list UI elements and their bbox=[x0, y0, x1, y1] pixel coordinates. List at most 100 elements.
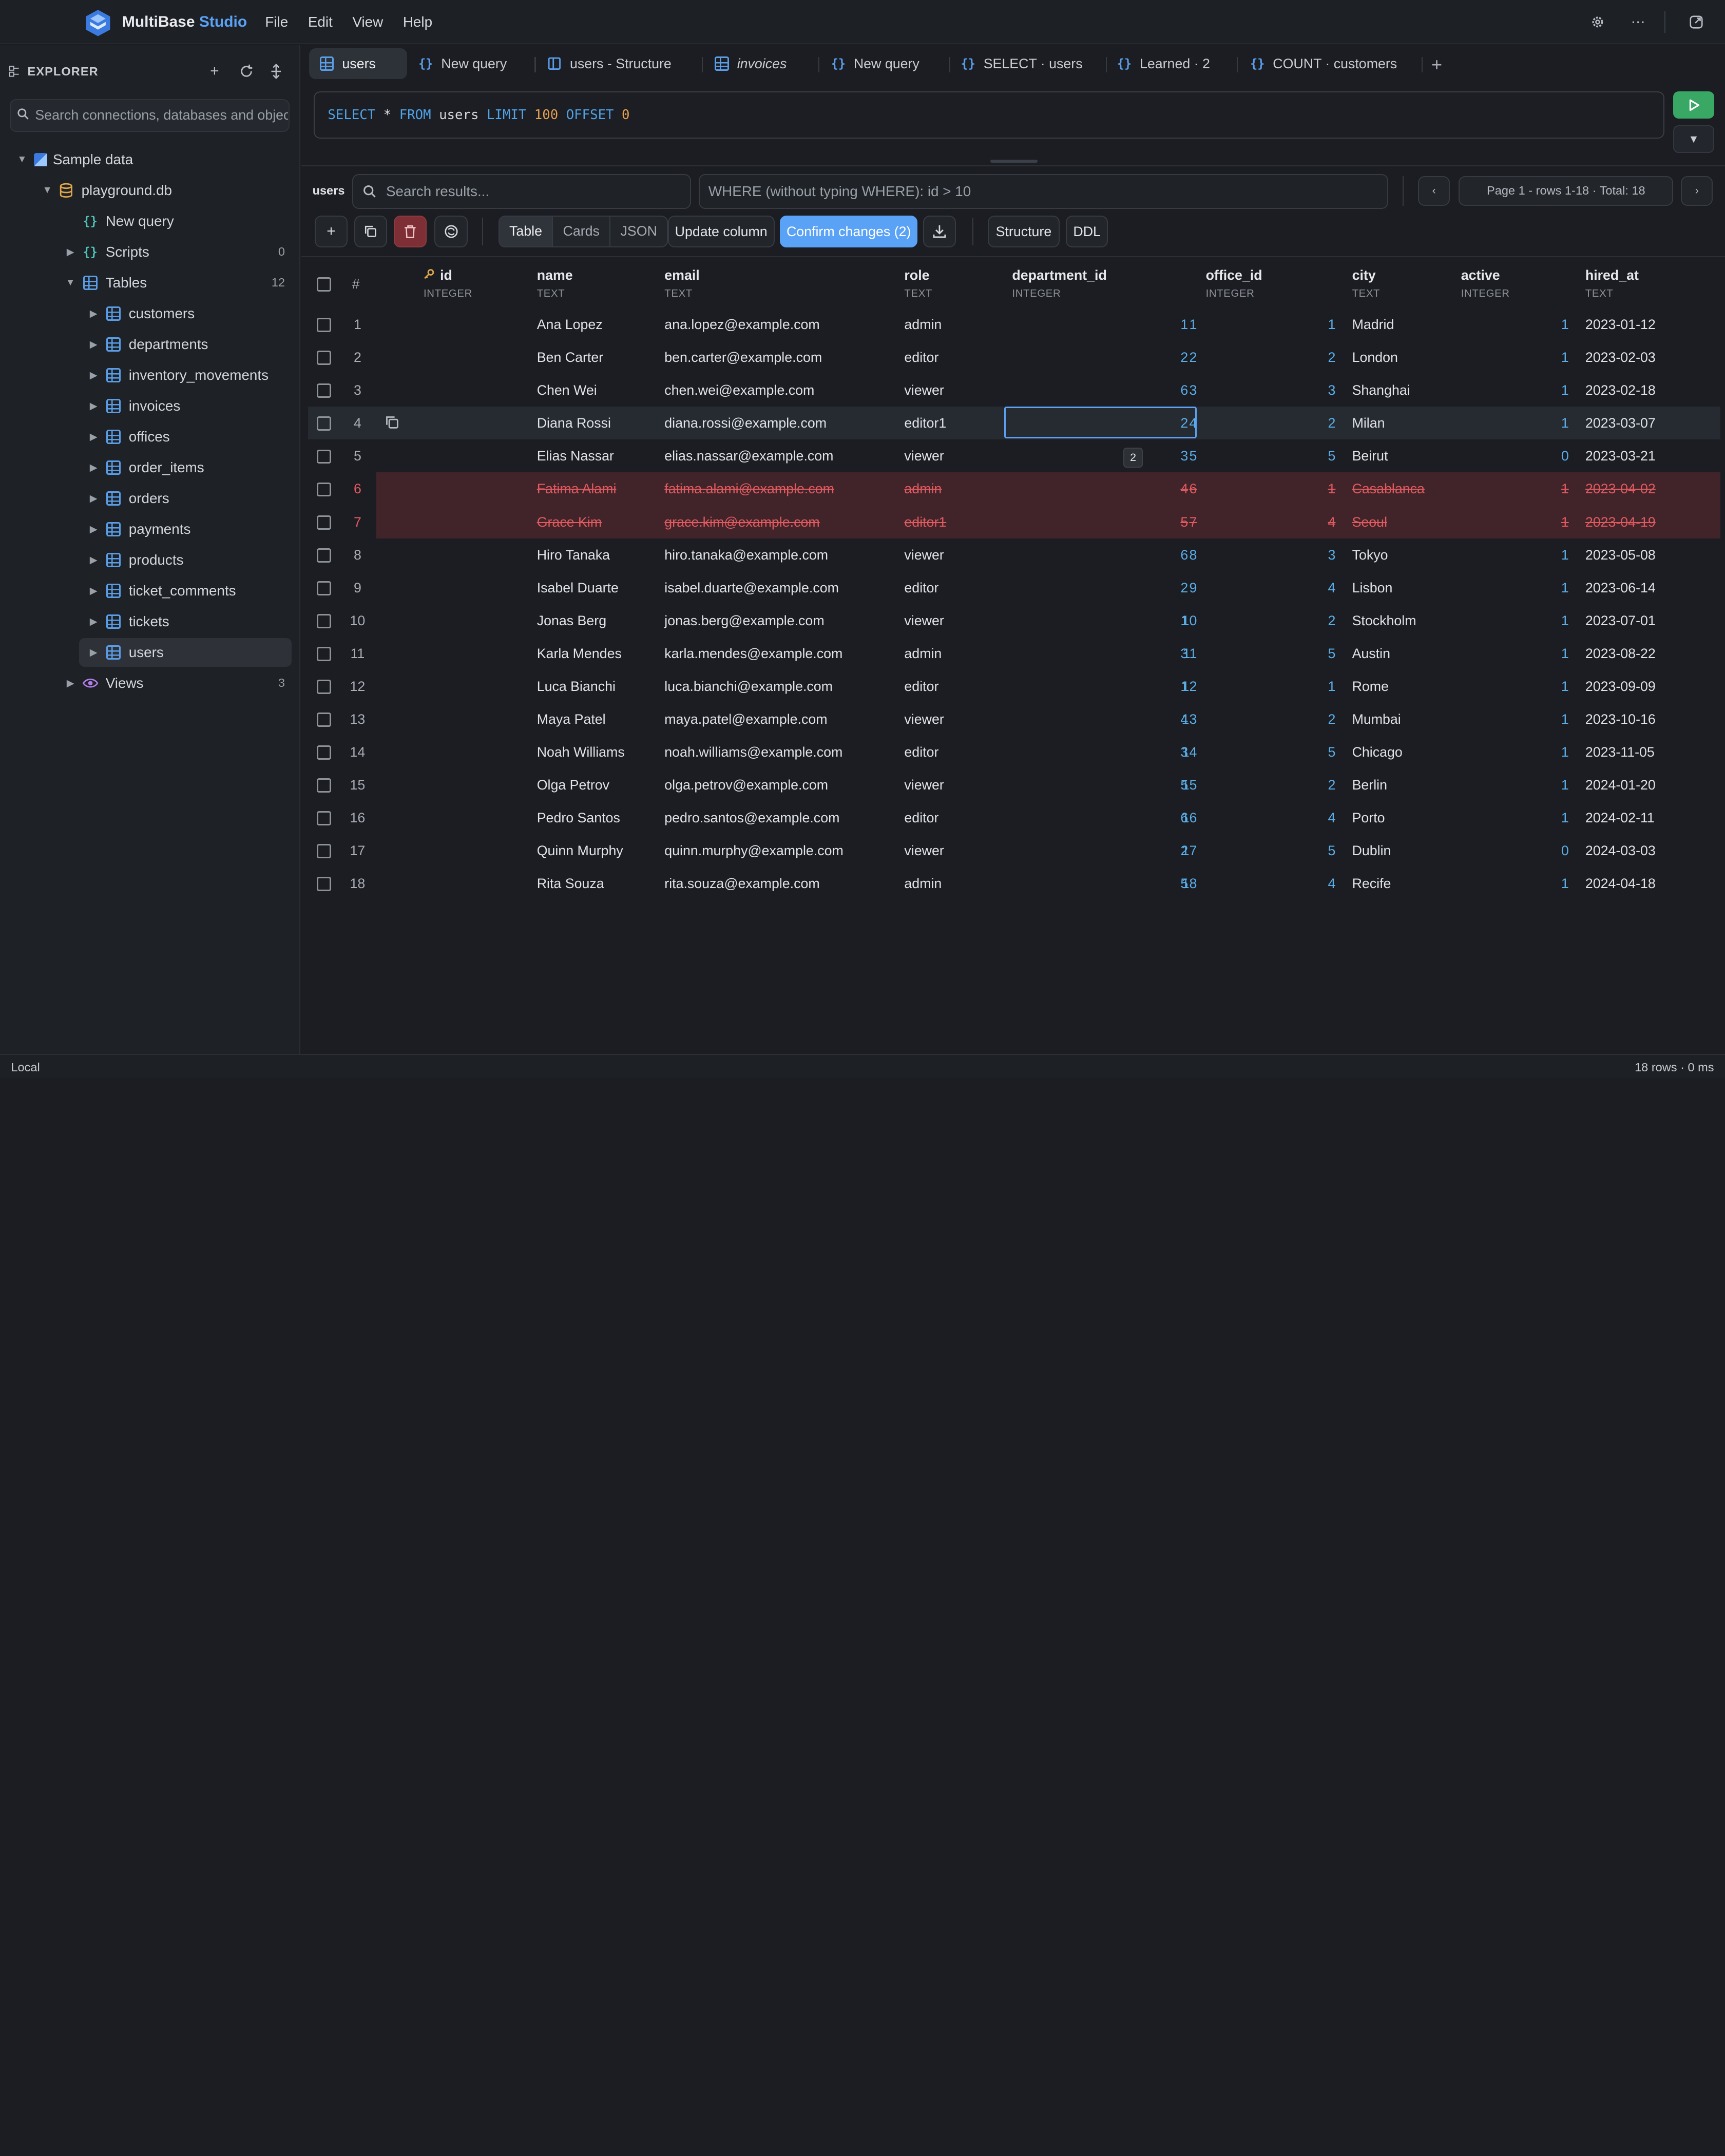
cell-name[interactable]: Elias Nassar bbox=[537, 448, 614, 464]
table-row[interactable]: 12 12 Luca Bianchi luca.bianchi@example.com… bbox=[308, 670, 1720, 703]
update-column-button[interactable]: Update column bbox=[667, 216, 775, 248]
row-checkbox[interactable] bbox=[317, 383, 331, 398]
prev-page-button[interactable]: ‹ bbox=[1418, 176, 1450, 206]
revert-changes-button[interactable] bbox=[434, 216, 468, 248]
cell-name[interactable]: Maya Patel bbox=[537, 711, 606, 727]
row-checkbox[interactable] bbox=[317, 318, 331, 333]
row-checkbox[interactable] bbox=[317, 713, 331, 727]
cell-active[interactable]: 0 bbox=[1525, 843, 1569, 859]
cell-email[interactable]: rita.souza@example.com bbox=[664, 876, 819, 892]
cell-office-id[interactable]: 5 bbox=[1270, 843, 1336, 859]
cell-role[interactable]: editor bbox=[904, 350, 938, 365]
cell-department-id[interactable]: 2 bbox=[1122, 843, 1188, 859]
cell-email[interactable]: isabel.duarte@example.com bbox=[664, 580, 839, 596]
open-window-button[interactable] bbox=[1680, 7, 1713, 37]
cell-department-id[interactable]: 6 bbox=[1122, 547, 1188, 563]
cell-city[interactable]: Shanghai bbox=[1352, 382, 1410, 398]
cell-email[interactable]: grace.kim@example.com bbox=[664, 514, 819, 530]
cell-city[interactable]: Berlin bbox=[1352, 777, 1387, 793]
cell-office-id[interactable]: 3 bbox=[1270, 382, 1336, 398]
confirm-changes-button[interactable]: Confirm changes (2) bbox=[780, 216, 918, 248]
cell-department-id[interactable]: 3 bbox=[1122, 744, 1188, 760]
cell-office-id[interactable]: 5 bbox=[1270, 744, 1336, 760]
cell-email[interactable]: olga.petrov@example.com bbox=[664, 777, 828, 793]
cell-office-id[interactable]: 2 bbox=[1270, 777, 1336, 793]
cell-hired-at[interactable]: 2024-02-11 bbox=[1585, 810, 1655, 826]
cell-name[interactable]: Fatima Alami bbox=[537, 481, 617, 497]
cell-active[interactable]: 0 bbox=[1525, 448, 1569, 464]
cell-department-id[interactable]: 5 bbox=[1122, 876, 1188, 892]
copy-row-icon[interactable] bbox=[385, 415, 399, 430]
cell-email[interactable]: jonas.berg@example.com bbox=[664, 613, 824, 629]
cell-office-id[interactable]: 4 bbox=[1270, 514, 1336, 530]
cell-name[interactable]: Quinn Murphy bbox=[537, 843, 623, 859]
cell-office-id[interactable]: 1 bbox=[1270, 679, 1336, 695]
view-cards-button[interactable]: Cards bbox=[553, 217, 611, 246]
table-row[interactable]: 4 4 Diana Rossi diana.rossi@example.com edit… bbox=[308, 407, 1721, 440]
cell-email[interactable]: elias.nassar@example.com bbox=[664, 448, 833, 464]
cell-hired-at[interactable]: 2023-02-03 bbox=[1585, 350, 1656, 365]
editor-resize-handle[interactable] bbox=[990, 159, 1038, 163]
row-checkbox[interactable] bbox=[317, 581, 331, 595]
table-row[interactable]: 18 18 Rita Souza rita.souza@example.com admi… bbox=[308, 867, 1720, 900]
cell-role[interactable]: viewer bbox=[904, 843, 944, 859]
cell-active[interactable]: 1 bbox=[1525, 711, 1569, 727]
sidebar-table-users[interactable]: ▶ users bbox=[0, 638, 300, 667]
cell-name[interactable]: Ben Carter bbox=[537, 350, 603, 365]
cell-department-id[interactable]: 4 bbox=[1122, 481, 1188, 497]
cell-hired-at[interactable]: 2024-03-03 bbox=[1585, 843, 1656, 859]
cell-hired-at[interactable]: 2024-04-18 bbox=[1585, 876, 1656, 892]
where-filter-input[interactable] bbox=[708, 183, 1379, 200]
cell-office-id[interactable]: 4 bbox=[1270, 810, 1336, 826]
duplicate-row-button[interactable] bbox=[354, 216, 388, 248]
table-row[interactable]: 11 11 Karla Mendes karla.mendes@example.com… bbox=[308, 637, 1720, 670]
cell-city[interactable]: Recife bbox=[1352, 876, 1391, 892]
cell-role[interactable]: viewer bbox=[904, 711, 944, 727]
active-cell-editor[interactable] bbox=[1004, 407, 1197, 439]
tab-select-users[interactable]: {} SELECT · users bbox=[950, 48, 1083, 79]
table-row[interactable]: 2 2 Ben Carter ben.carter@example.com editor… bbox=[308, 341, 1720, 374]
cell-role[interactable]: editor bbox=[904, 810, 938, 826]
column-header-email[interactable]: email TEXT bbox=[664, 267, 699, 300]
column-header-role[interactable]: role TEXT bbox=[904, 267, 932, 300]
row-checkbox[interactable] bbox=[317, 515, 331, 530]
cell-department-id[interactable]: 3 bbox=[1122, 646, 1188, 662]
cell-name[interactable]: Karla Mendes bbox=[537, 646, 622, 662]
cell-email[interactable]: ben.carter@example.com bbox=[664, 350, 822, 365]
cell-active[interactable]: 1 bbox=[1525, 382, 1569, 398]
row-checkbox[interactable] bbox=[317, 745, 331, 760]
cell-hired-at[interactable]: 2023-03-07 bbox=[1585, 415, 1656, 431]
row-checkbox[interactable] bbox=[317, 844, 331, 859]
run-options-button[interactable]: ▼ bbox=[1673, 125, 1714, 153]
row-checkbox[interactable] bbox=[317, 449, 331, 464]
row-checkbox[interactable] bbox=[317, 416, 331, 431]
cell-city[interactable]: London bbox=[1352, 350, 1398, 365]
table-row[interactable]: 10 10 Jonas Berg jonas.berg@example.com view… bbox=[308, 604, 1720, 637]
row-checkbox[interactable] bbox=[317, 548, 331, 563]
cell-name[interactable]: Olga Petrov bbox=[537, 777, 609, 793]
cell-role[interactable]: viewer bbox=[904, 777, 944, 793]
cell-city[interactable]: Dublin bbox=[1352, 843, 1391, 859]
cell-role[interactable]: admin bbox=[904, 646, 942, 662]
cell-active[interactable]: 1 bbox=[1525, 481, 1569, 497]
cell-active[interactable]: 1 bbox=[1525, 415, 1569, 431]
table-row[interactable]: 9 9 Isabel Duarte isabel.duarte@example.com… bbox=[308, 571, 1720, 604]
cell-hired-at[interactable]: 2023-10-16 bbox=[1585, 711, 1656, 727]
column-header-id[interactable]: id INTEGER bbox=[424, 267, 472, 300]
tree-scripts[interactable]: ▶ {} Scripts 0 bbox=[0, 238, 300, 266]
cell-active[interactable]: 1 bbox=[1525, 514, 1569, 530]
cell-role[interactable]: editor1 bbox=[904, 514, 946, 530]
table-row[interactable]: 16 16 Pedro Santos pedro.santos@example.com… bbox=[308, 801, 1720, 834]
cell-name[interactable]: Jonas Berg bbox=[537, 613, 606, 629]
cell-department-id[interactable]: 5 bbox=[1122, 777, 1188, 793]
menu-help[interactable]: Help bbox=[393, 14, 443, 30]
cell-name[interactable]: Grace Kim bbox=[537, 514, 602, 530]
cell-hired-at[interactable]: 2023-03-21 bbox=[1585, 448, 1656, 464]
cell-city[interactable]: Seoul bbox=[1352, 514, 1387, 530]
next-page-button[interactable]: › bbox=[1681, 176, 1713, 206]
cell-department-id[interactable]: 2 bbox=[1122, 580, 1188, 596]
column-header-city[interactable]: city TEXT bbox=[1352, 267, 1381, 300]
cell-hired-at[interactable]: 2023-05-08 bbox=[1585, 547, 1656, 563]
table-row[interactable]: 8 8 Hiro Tanaka hiro.tanaka@example.com view… bbox=[308, 538, 1720, 571]
cell-email[interactable]: maya.patel@example.com bbox=[664, 711, 827, 727]
